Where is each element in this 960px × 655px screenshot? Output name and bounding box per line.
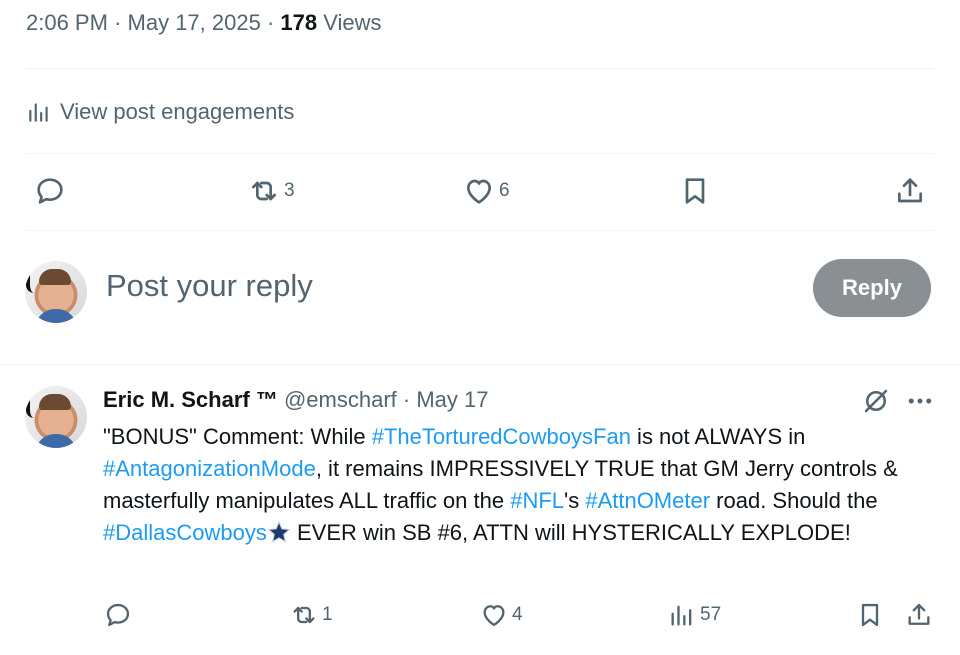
reply-header: Eric M. Scharf ™ @emscharf · May 17 (103, 387, 489, 413)
view-engagements-link[interactable]: View post engagements (26, 96, 294, 128)
reply-avatar[interactable] (25, 386, 87, 448)
analytics-icon (29, 103, 48, 122)
text-segment: EVER win SB #6, ATTN will HYSTERICALLY E… (290, 520, 851, 545)
repost-button[interactable]: 3 (248, 175, 295, 207)
divider (26, 230, 934, 231)
avatar-hair (39, 269, 71, 285)
avatar-shirt (35, 309, 77, 323)
like-count: 6 (499, 180, 510, 201)
repost-count: 3 (284, 180, 295, 201)
views-button[interactable]: 57 (668, 601, 721, 629)
views-count: 178 (280, 10, 318, 35)
repost-icon (293, 606, 315, 624)
hashtag-link[interactable]: #AttnOMeter (585, 488, 710, 513)
more-icon[interactable] (905, 386, 935, 416)
bookmark-icon (861, 603, 879, 627)
author-name[interactable]: Eric M. Scharf ™ (103, 387, 278, 412)
divider (0, 364, 960, 365)
hashtag-link[interactable]: #AntagonizationMode (103, 456, 316, 481)
post-metadata: 2:06 PM · May 17, 2025 · 178 Views (26, 10, 382, 36)
reply-button[interactable] (34, 175, 66, 207)
reply-text: "BONUS" Comment: While #TheTorturedCowbo… (103, 421, 923, 549)
author-handle[interactable]: @emscharf (284, 387, 397, 412)
hashtag-link[interactable]: #DallasCowboys (103, 520, 267, 545)
bookmark-button[interactable] (679, 175, 711, 207)
divider (26, 153, 934, 154)
views-label: Views (323, 10, 382, 35)
reply-button[interactable] (104, 601, 132, 629)
hashtag-link[interactable]: #NFL (510, 488, 564, 513)
star-emoji-icon (267, 520, 291, 543)
hashtag-link[interactable]: #TheTorturedCowboysFan (372, 424, 631, 449)
avatar-shirt (35, 434, 77, 448)
reply-date[interactable]: May 17 (416, 387, 488, 412)
bookmark-icon (685, 178, 705, 204)
heart-icon (483, 605, 505, 627)
repost-count: 1 (322, 604, 333, 625)
repost-button[interactable]: 1 (290, 601, 333, 629)
share-icon (898, 178, 922, 203)
view-engagements-label: View post engagements (60, 99, 295, 124)
analytics-icon (671, 605, 692, 626)
views-count: 57 (700, 604, 722, 625)
like-button[interactable]: 6 (463, 175, 510, 207)
heart-icon (467, 179, 491, 204)
text-segment: is not ALWAYS in (630, 424, 806, 449)
share-button[interactable] (905, 601, 933, 629)
text-segment: 's (564, 488, 586, 513)
meta-separator: · (114, 10, 122, 35)
bookmark-button[interactable] (856, 601, 884, 629)
repost-icon (252, 181, 276, 201)
share-icon (908, 603, 930, 625)
reply-submit-button[interactable]: Reply (813, 259, 931, 317)
share-button[interactable] (894, 175, 926, 207)
text-segment: "BONUS" Comment: While (103, 424, 372, 449)
meta-separator: · (266, 10, 275, 35)
reply-icon (37, 178, 63, 204)
reply-input[interactable]: Post your reply (106, 268, 313, 304)
divider (26, 68, 934, 69)
like-button[interactable]: 4 (480, 601, 523, 629)
avatar-hair (39, 394, 71, 410)
text-segment: road. Should the (710, 488, 878, 513)
grok-icon[interactable] (861, 386, 891, 416)
header-separator: · (402, 387, 411, 412)
post-time[interactable]: 2:06 PM (26, 10, 108, 35)
avatar[interactable] (25, 261, 87, 323)
post-date[interactable]: May 17, 2025 (128, 10, 261, 35)
like-count: 4 (512, 604, 523, 625)
reply-icon (106, 603, 130, 627)
